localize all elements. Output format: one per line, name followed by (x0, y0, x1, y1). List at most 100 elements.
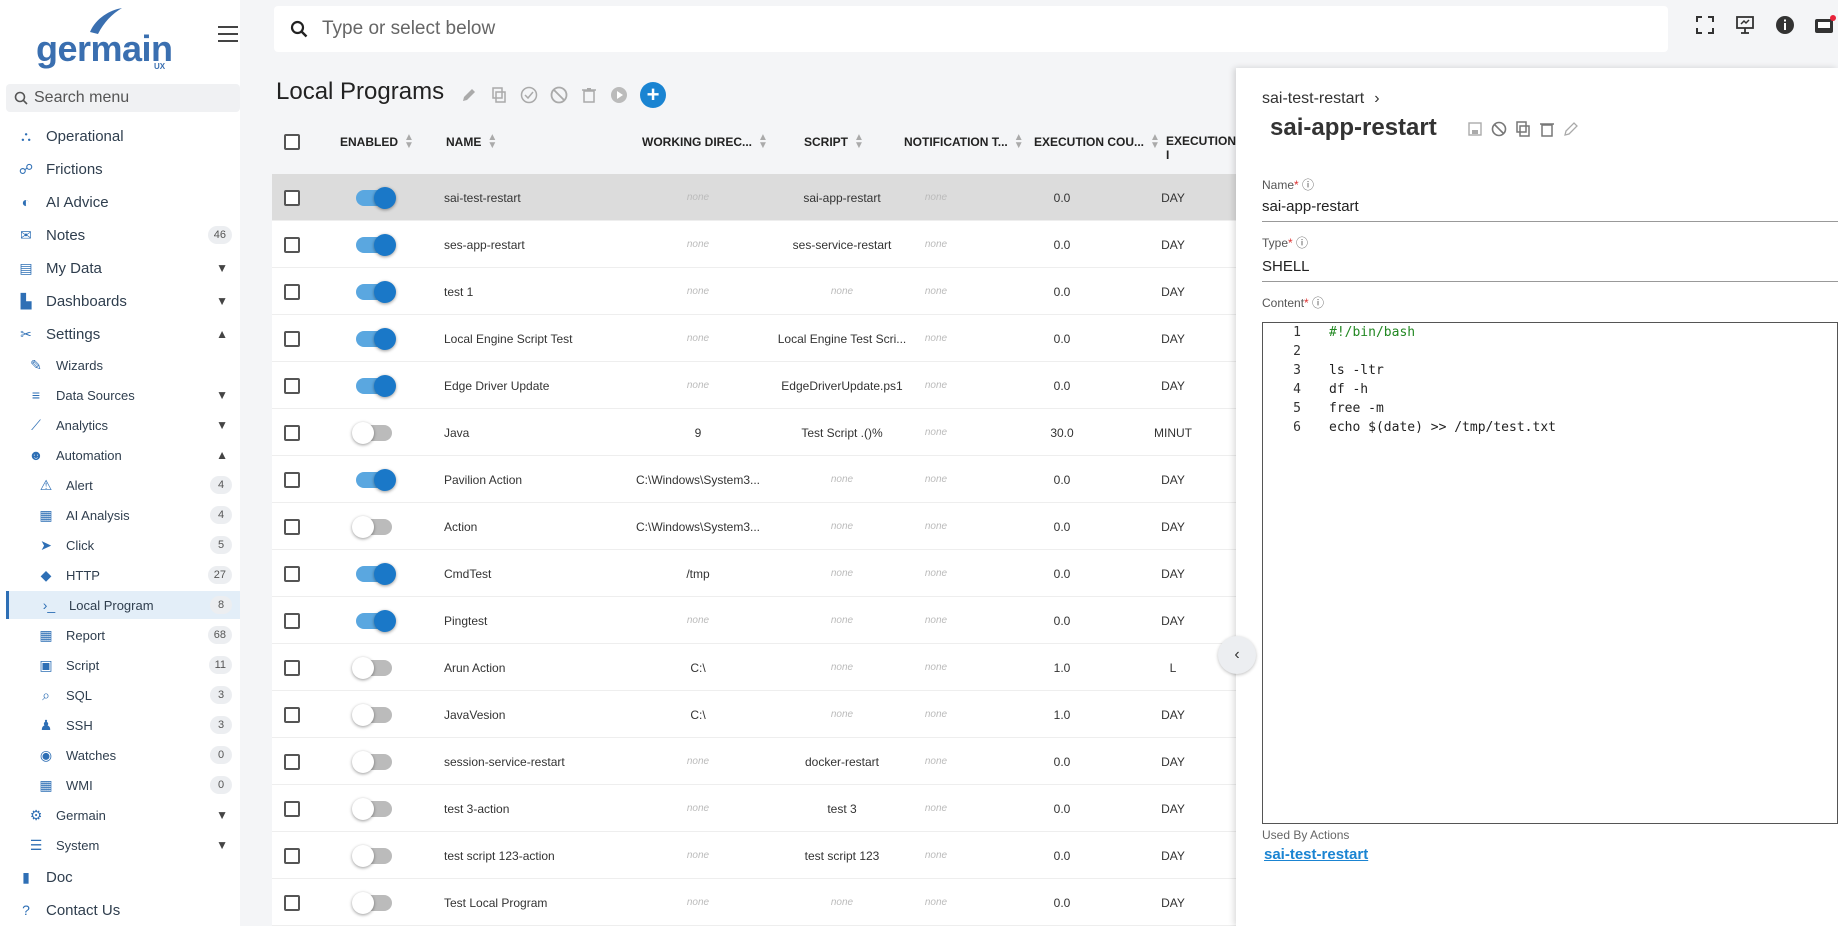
sidebar-item-dashboards[interactable]: ▙ Dashboards ▼ (6, 287, 240, 315)
row-checkbox[interactable] (284, 785, 300, 832)
table-row[interactable]: session-service-restart none docker-restar… (272, 738, 1242, 785)
row-checkbox[interactable] (284, 550, 300, 597)
ban-icon[interactable] (1490, 120, 1508, 138)
table-row[interactable]: JavaVesion C:\ none none 1.0 DAY (272, 691, 1242, 738)
sidebar-item-analytics[interactable]: ⟋ Analytics ▼ (6, 411, 240, 439)
enabled-toggle[interactable] (352, 738, 392, 785)
table-row[interactable]: test 3-action none test 3 none 0.0 DAY (272, 785, 1242, 832)
type-field[interactable]: SHELL (1262, 258, 1838, 282)
trash-icon[interactable] (580, 86, 598, 104)
sidebar-item-click[interactable]: ➤ Click 5 (6, 531, 240, 559)
sidebar-item-automation[interactable]: ☻ Automation ▲ (6, 441, 240, 469)
sidebar-item-system[interactable]: ☰ System ▼ (6, 831, 240, 859)
enabled-toggle[interactable] (352, 503, 392, 550)
sidebar-item-ai-analysis[interactable]: ▦ AI Analysis 4 (6, 501, 240, 529)
sidebar-item-my-data[interactable]: ▤ My Data ▼ (6, 254, 240, 282)
sidebar-item-wizards[interactable]: ✎ Wizards (6, 351, 240, 379)
row-checkbox[interactable] (284, 691, 300, 738)
sidebar-item-sql[interactable]: ⌕ SQL 3 (6, 681, 240, 709)
used-by-link[interactable]: sai-test-restart (1264, 846, 1368, 863)
chevron-down-icon[interactable]: ▼ (216, 294, 228, 308)
germain-logo[interactable]: germain UX (36, 6, 176, 72)
column-header-name[interactable]: NAME ▲ ▼ (446, 133, 497, 151)
enabled-toggle[interactable] (352, 644, 392, 691)
enabled-toggle[interactable] (356, 597, 396, 644)
enabled-toggle[interactable] (356, 315, 396, 362)
add-button[interactable]: + (640, 82, 666, 108)
notifications-icon[interactable] (1814, 14, 1836, 36)
sidebar-item-settings[interactable]: ✂ Settings ▲ (6, 320, 240, 348)
row-checkbox[interactable] (284, 644, 300, 691)
edit-icon[interactable] (460, 86, 478, 104)
chevron-down-icon[interactable]: ▼ (216, 418, 228, 432)
fullscreen-icon[interactable] (1694, 14, 1716, 36)
row-checkbox[interactable] (284, 362, 300, 409)
column-header-execution-interval[interactable]: EXECUTION I (1166, 134, 1242, 162)
trash-icon[interactable] (1538, 120, 1556, 138)
sidebar-item-germain[interactable]: ⚙ Germain ▼ (6, 801, 240, 829)
table-row[interactable]: Pavilion Action C:\Windows\System3... none… (272, 456, 1242, 503)
hamburger-menu-icon[interactable] (218, 26, 238, 42)
breadcrumb[interactable]: sai-test-restart › (1262, 90, 1380, 108)
sidebar-item-alert[interactable]: ⚠ Alert 4 (6, 471, 240, 499)
collapse-panel-button[interactable]: ‹ (1218, 636, 1256, 674)
edit-icon[interactable] (1562, 120, 1580, 138)
check-circle-icon[interactable] (520, 86, 538, 104)
select-all-checkbox[interactable] (284, 134, 300, 150)
enabled-toggle[interactable] (356, 456, 396, 503)
sidebar-item-wmi[interactable]: ▦ WMI 0 (6, 771, 240, 799)
column-header-script[interactable]: SCRIPT ▲ ▼ (804, 133, 864, 151)
sidebar-item-ai-advice[interactable]: ◐ AI Advice (6, 188, 240, 216)
table-row[interactable]: Local Engine Script Test none Local Engine… (272, 315, 1242, 362)
row-checkbox[interactable] (284, 879, 300, 926)
table-row[interactable]: Java 9 Test Script .()% none 30.0 MINUT (272, 409, 1242, 456)
chevron-up-icon[interactable]: ▲ (216, 327, 228, 341)
table-row[interactable]: Action C:\Windows\System3... none none 0.0 DA… (272, 503, 1242, 550)
enabled-toggle[interactable] (352, 785, 392, 832)
table-row[interactable]: ses-app-restart none ses-service-restart no… (272, 221, 1242, 268)
sort-icon[interactable]: ▲ ▼ (404, 133, 414, 151)
table-row[interactable]: Edge Driver Update none EdgeDriverUpdate.p… (272, 362, 1242, 409)
table-row[interactable]: Pingtest none none none 0.0 DAY (272, 597, 1242, 644)
row-checkbox[interactable] (284, 221, 300, 268)
info-icon[interactable] (1774, 14, 1796, 36)
sidebar-item-contact-us[interactable]: ? Contact Us (6, 896, 240, 924)
table-row[interactable]: Arun Action C:\ none none 1.0 L (272, 644, 1242, 691)
table-row[interactable]: test 1 none none none 0.0 DAY (272, 268, 1242, 315)
chevron-down-icon[interactable]: ▼ (216, 808, 228, 822)
sort-icon[interactable]: ▲ ▼ (1014, 133, 1024, 151)
enabled-toggle[interactable] (356, 268, 396, 315)
ban-icon[interactable] (550, 86, 568, 104)
code-editor[interactable]: 1 #!/bin/bash 2 3 ls -ltr 4 df -h 5 free -m 6 echo… (1262, 322, 1838, 824)
enabled-toggle[interactable] (356, 221, 396, 268)
enabled-toggle[interactable] (352, 879, 392, 926)
sidebar-item-ssh[interactable]: ♟ SSH 3 (6, 711, 240, 739)
sidebar-item-watches[interactable]: ◉ Watches 0 (6, 741, 240, 769)
enabled-toggle[interactable] (352, 691, 392, 738)
copy-icon[interactable] (490, 86, 508, 104)
name-field[interactable]: sai-app-restart (1262, 198, 1838, 222)
column-header-working-directory[interactable]: WORKING DIREC... ▲ ▼ (642, 133, 768, 151)
sidebar-item-http[interactable]: ◆ HTTP 27 (6, 561, 240, 589)
column-header-enabled[interactable]: ENABLED ▲ ▼ (340, 133, 414, 151)
row-checkbox[interactable] (284, 268, 300, 315)
chevron-down-icon[interactable]: ▼ (216, 261, 228, 275)
sidebar-item-data-sources[interactable]: ≡ Data Sources ▼ (6, 381, 240, 409)
enabled-toggle[interactable] (356, 550, 396, 597)
sort-icon[interactable]: ▲ ▼ (854, 133, 864, 151)
enabled-toggle[interactable] (352, 409, 392, 456)
row-checkbox[interactable] (284, 832, 300, 879)
sidebar-item-local-program[interactable]: ›_ Local Program 8 (6, 591, 240, 619)
global-search-bar[interactable]: Type or select below (274, 6, 1668, 52)
row-checkbox[interactable] (284, 456, 300, 503)
row-checkbox[interactable] (284, 503, 300, 550)
sidebar-item-frictions[interactable]: ☍ Frictions (6, 155, 240, 183)
column-header-notification-type[interactable]: NOTIFICATION T... ▲ ▼ (904, 133, 1024, 151)
row-checkbox[interactable] (284, 315, 300, 362)
chevron-down-icon[interactable]: ▼ (216, 838, 228, 852)
save-icon[interactable] (1466, 120, 1484, 138)
sidebar-item-report[interactable]: ▦ Report 68 (6, 621, 240, 649)
enabled-toggle[interactable] (352, 832, 392, 879)
enabled-toggle[interactable] (356, 362, 396, 409)
sidebar-item-notes[interactable]: ✉ Notes 46 (6, 221, 240, 249)
